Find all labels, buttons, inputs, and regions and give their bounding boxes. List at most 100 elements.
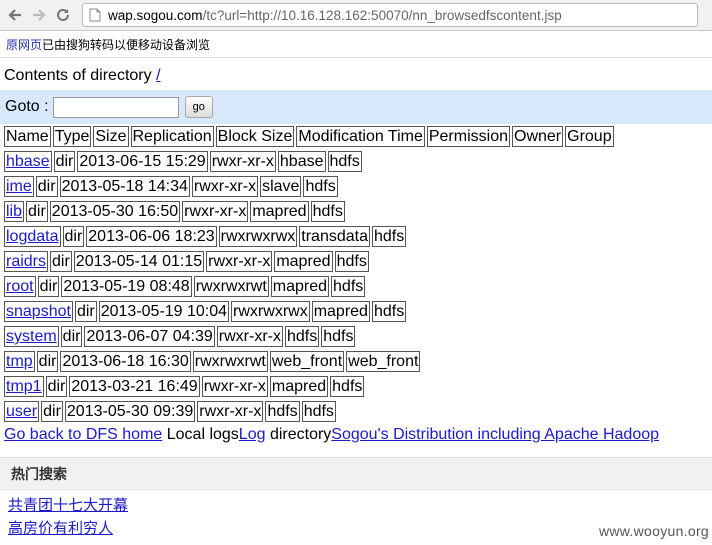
header-cell: Permission <box>426 126 510 147</box>
row-name-link[interactable]: snapshot <box>6 303 71 320</box>
row-group-cell: hdfs <box>310 201 345 222</box>
watermark: www.wooyun.org <box>598 523 709 539</box>
url-host: wap.sogou.com <box>108 7 203 23</box>
row-group-cell: hdfs <box>334 251 369 272</box>
row-name-cell: ime <box>4 176 34 197</box>
row-type-cell: dir <box>37 276 60 297</box>
dfs-home-link[interactable]: Go back to DFS home <box>4 426 162 443</box>
row-permission-cell: rwxr-xr-x <box>182 201 249 222</box>
address-bar[interactable]: wap.sogou.com/tc?url=http://10.16.128.16… <box>82 3 698 27</box>
hot-search-item[interactable]: 高房价有利穷人 <box>8 517 128 540</box>
row-modification-time-cell: 2013-06-15 15:29 <box>77 151 208 172</box>
row-name-cell: logdata <box>4 226 61 247</box>
row-modification-time-cell: 2013-05-30 16:50 <box>49 201 181 222</box>
hdfs-content: Contents of directory / Goto : go Name T… <box>0 66 712 446</box>
row-group-cell: hdfs <box>301 401 336 422</box>
header-cell: Replication <box>130 126 214 147</box>
transcode-notice-text: 已由搜狗转码以便移动设备浏览 <box>42 37 211 52</box>
row-permission-cell: rwxr-xr-x <box>197 401 264 422</box>
root-dir-link[interactable]: / <box>156 67 160 84</box>
table-row: root dir 2013-05-19 08:48 rwxrwxrwt mapred hd… <box>2 274 367 299</box>
table-row: lib dir 2013-05-30 16:50 rwxr-xr-x mapred hdf… <box>2 199 347 224</box>
row-group-cell: hdfs <box>330 376 365 397</box>
row-group-cell: hdfs <box>321 326 356 347</box>
row-permission-cell: rwxrwxrwx <box>231 301 310 322</box>
row-name-link[interactable]: ime <box>6 178 32 195</box>
row-name-cell: hbase <box>4 151 52 172</box>
row-name-cell: snapshot <box>4 301 73 322</box>
row-name-cell: raidrs <box>4 251 49 272</box>
forward-arrow-icon <box>33 9 46 21</box>
back-arrow-icon <box>8 9 21 21</box>
hot-search-item[interactable]: 共青团十七大开幕 <box>8 494 128 517</box>
reload-button[interactable] <box>52 4 74 26</box>
row-name-link[interactable]: tmp1 <box>6 378 42 395</box>
row-name-link[interactable]: system <box>6 328 57 345</box>
row-modification-time-cell: 2013-03-21 16:49 <box>69 376 200 397</box>
row-owner-cell: hdfs <box>265 401 300 422</box>
row-name-link[interactable]: user <box>6 403 37 420</box>
row-type-cell: dir <box>45 376 68 397</box>
listing-rows: hbase dir 2013-06-15 15:29 rwxr-xr-x hbase hd… <box>4 149 712 424</box>
row-type-cell: dir <box>36 351 59 372</box>
row-type-cell: dir <box>50 251 72 272</box>
row-group-cell: hdfs <box>331 276 366 297</box>
row-name-link[interactable]: raidrs <box>6 253 46 270</box>
row-permission-cell: rwxr-xr-x <box>191 176 259 197</box>
url-path: /tc?url=http://10.16.128.162:50070/nn_br… <box>202 7 562 23</box>
row-name-link[interactable]: tmp <box>6 353 33 370</box>
row-modification-time-cell: 2013-05-14 01:15 <box>73 251 205 272</box>
header-cell: Size <box>93 126 129 147</box>
row-name-cell: tmp1 <box>4 376 44 397</box>
row-permission-cell: rwxr-xr-x <box>201 376 268 397</box>
row-modification-time-cell: 2013-05-18 14:34 <box>59 176 190 197</box>
row-owner-cell: hbase <box>277 151 326 172</box>
table-row: raidrs dir 2013-05-14 01:15 rwxr-xr-x mapred… <box>2 249 371 274</box>
row-modification-time-cell: 2013-05-30 09:39 <box>64 401 196 422</box>
table-row: ime dir 2013-05-18 14:34 rwxr-xr-x slave hdfs <box>2 174 340 199</box>
table-row: system dir 2013-06-07 04:39 rwxr-xr-x hdfs hd… <box>2 324 357 349</box>
original-page-link[interactable]: 原网页 <box>6 36 42 53</box>
row-owner-cell: transdata <box>299 226 370 247</box>
row-name-link[interactable]: logdata <box>6 228 59 245</box>
forward-button[interactable] <box>28 4 50 26</box>
row-name-link[interactable]: root <box>6 278 34 295</box>
row-modification-time-cell: 2013-06-06 18:23 <box>86 226 217 247</box>
table-row: hbase dir 2013-06-15 15:29 rwxr-xr-x hbase hd… <box>2 149 364 174</box>
header-cell: Name <box>4 126 51 147</box>
row-permission-cell: rwxr-xr-x <box>216 326 283 347</box>
directory-listing-table: Name Type Size Replication Block Size Mo… <box>2 124 616 149</box>
row-name-cell: user <box>4 401 40 422</box>
reload-icon <box>57 8 69 21</box>
row-owner-cell: mapred <box>270 276 330 297</box>
header-cell: Owner <box>512 126 564 147</box>
row-group-cell: hdfs <box>371 226 407 247</box>
row-modification-time-cell: 2013-06-07 04:39 <box>84 326 215 347</box>
footer-links: Go back to DFS home Local logsLog direct… <box>4 424 712 446</box>
table-row: snapshot dir 2013-05-19 10:04 rwxrwxrwx mapr… <box>2 299 408 324</box>
goto-label: Goto : <box>5 98 49 115</box>
table-row: user dir 2013-05-30 09:39 rwxr-xr-x hdfs hdfs <box>2 399 338 424</box>
row-modification-time-cell: 2013-05-19 10:04 <box>98 301 230 322</box>
goto-form: Goto : go <box>0 90 712 124</box>
header-cell: Type <box>52 126 92 147</box>
hot-search-list: 共青团十七大开幕 高房价有利穷人 <box>8 494 128 540</box>
row-owner-cell: mapred <box>311 301 370 322</box>
directory-text: directory <box>265 426 332 443</box>
row-name-link[interactable]: lib <box>6 203 22 220</box>
go-button[interactable]: go <box>184 96 213 118</box>
row-name-link[interactable]: hbase <box>6 153 50 170</box>
row-type-cell: dir <box>41 401 63 422</box>
table-header-row: Name Type Size Replication Block Size Mo… <box>4 126 614 147</box>
row-type-cell: dir <box>53 151 76 172</box>
log-link[interactable]: Log <box>239 426 266 443</box>
row-permission-cell: rwxr-xr-x <box>209 151 276 172</box>
goto-input[interactable] <box>52 96 179 118</box>
distribution-link[interactable]: Sogou's Distribution including Apache Ha… <box>331 426 659 443</box>
back-button[interactable] <box>4 4 26 26</box>
table-row: tmp1 dir 2013-03-21 16:49 rwxr-xr-x mapred hd… <box>2 374 366 399</box>
row-permission-cell: rwxrwxrwx <box>218 226 298 247</box>
row-owner-cell: mapred <box>274 251 333 272</box>
row-owner-cell: hdfs <box>284 326 320 347</box>
browser-toolbar: wap.sogou.com/tc?url=http://10.16.128.16… <box>0 0 712 31</box>
